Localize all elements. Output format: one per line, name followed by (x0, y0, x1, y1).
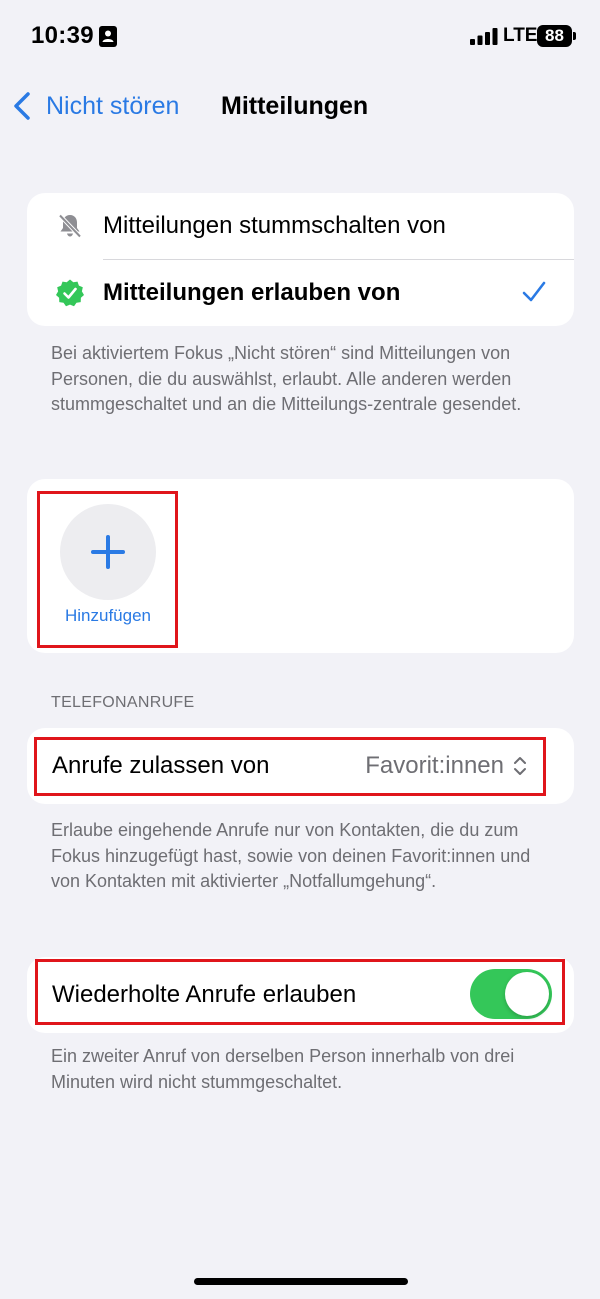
notifications-mode-card: Mitteilungen stummschalten von Mitteilun… (27, 193, 574, 326)
back-label: Nicht stören (46, 91, 180, 120)
home-indicator[interactable] (194, 1278, 408, 1285)
status-time: 10:39 (31, 22, 94, 49)
plus-icon (91, 535, 125, 569)
toggle-knob (505, 972, 549, 1016)
battery-icon: 88 (537, 25, 572, 47)
allow-calls-value[interactable]: Favorit:innen (365, 752, 504, 780)
notifications-mode-footnote: Bei aktiviertem Fokus „Nicht stören“ sin… (51, 343, 522, 414)
repeated-calls-footnote: Ein zweiter Anruf von derselben Person i… (51, 1046, 515, 1092)
bell-slash-icon (58, 214, 82, 238)
status-bar: 10:39 LTE 88 (0, 0, 600, 70)
option-allow-notifications[interactable]: Mitteilungen erlauben von (27, 260, 574, 326)
add-person-button[interactable] (60, 504, 156, 600)
chevron-left-icon (14, 92, 30, 120)
back-button[interactable]: Nicht stören (12, 88, 179, 124)
option-label: Mitteilungen stummschalten von (103, 212, 446, 239)
chevron-up-down-icon (514, 757, 526, 775)
allow-calls-footnote: Erlaube eingehende Anrufe nur von Kontak… (51, 820, 531, 891)
repeated-calls-label: Wiederholte Anrufe erlauben (52, 981, 357, 1008)
allow-calls-row[interactable]: Anrufe zulassen von Favorit:innen (27, 728, 574, 804)
focus-person-icon (99, 26, 117, 47)
add-person-label[interactable]: Hinzufügen (40, 606, 176, 626)
page-title: Mitteilungen (221, 92, 369, 120)
allow-calls-label: Anrufe zulassen von (52, 752, 270, 779)
navigation-bar: Nicht stören Mitteilungen (0, 80, 600, 132)
battery-level: 88 (545, 26, 564, 45)
section-header-phone-calls: TELEFONANRUFE (51, 694, 195, 711)
checkmark-icon (522, 281, 546, 302)
battery-cap (573, 32, 576, 40)
repeated-calls-toggle[interactable] (470, 969, 552, 1019)
checkmark-seal-icon (56, 279, 84, 307)
option-silence-notifications[interactable]: Mitteilungen stummschalten von (27, 193, 574, 259)
option-label: Mitteilungen erlauben von (103, 279, 401, 306)
cellular-signal-icon (470, 28, 498, 45)
network-type: LTE (503, 25, 538, 46)
